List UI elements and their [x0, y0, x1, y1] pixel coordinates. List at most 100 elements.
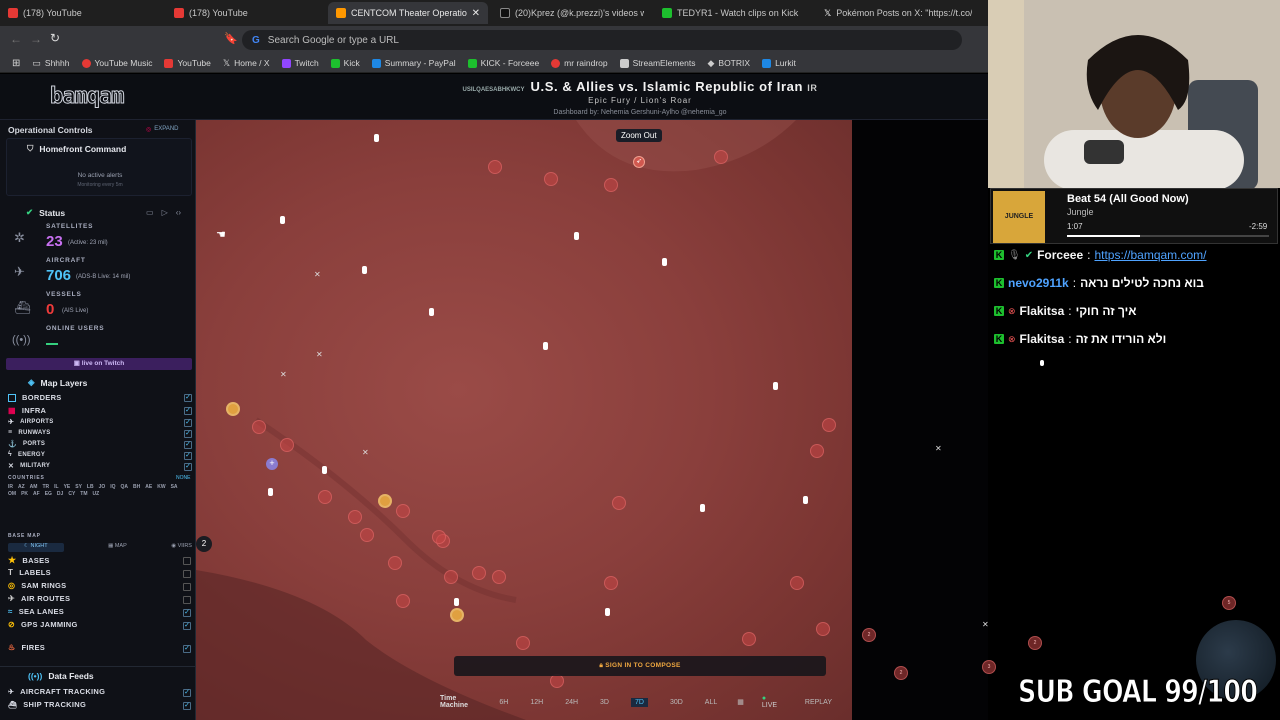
bookmark-kick-forceee[interactable]: KICK - Forceee [462, 58, 546, 68]
event-marker[interactable] [714, 150, 728, 164]
bookmark-youtube[interactable]: YouTube [158, 58, 216, 68]
monitor-icon[interactable]: ▭ [146, 208, 154, 217]
tab-x[interactable]: 𝕏 Pokémon Posts on X: "https://t.co/8i [816, 2, 984, 24]
country-chip[interactable]: EG [45, 491, 52, 497]
event-marker[interactable]: 2 [1028, 636, 1042, 650]
bookmark-lurkit[interactable]: Lurkit [756, 58, 802, 68]
location-pin[interactable] [280, 216, 285, 224]
event-marker[interactable] [348, 510, 362, 524]
tab-youtube-1[interactable]: (178) YouTube [0, 2, 166, 24]
military-checkbox[interactable]: ✓ [184, 463, 192, 471]
event-marker[interactable] [612, 496, 626, 510]
bookmark-streamelements[interactable]: StreamElements [614, 58, 702, 68]
country-chip[interactable]: BH [133, 484, 140, 490]
country-chip[interactable]: PK [21, 491, 28, 497]
bookmark-icon[interactable]: 🔖 [224, 32, 238, 45]
time-all[interactable]: ALL [705, 699, 717, 706]
reload-icon[interactable]: ↻ [50, 31, 60, 45]
apps-icon[interactable]: ⊞ [6, 58, 26, 69]
event-marker[interactable] [790, 576, 804, 590]
infra-marker[interactable] [450, 608, 464, 622]
country-chip[interactable]: AM [30, 484, 38, 490]
bookmark-mr-raindrop[interactable]: mr raindrop [545, 58, 613, 68]
sign-in-to-compose[interactable]: 🔒︎ SIGN IN TO COMPOSE [454, 662, 826, 670]
ports-checkbox[interactable]: ✓ [184, 441, 192, 449]
close-icon[interactable]: ✕ [472, 8, 480, 19]
base-map-night[interactable]: ☾ NIGHT [8, 543, 64, 552]
country-chip[interactable]: SA [171, 484, 178, 490]
location-pin[interactable] [454, 598, 459, 606]
location-pin[interactable] [374, 134, 379, 142]
country-chip[interactable]: QA [121, 484, 129, 490]
location-pin[interactable] [322, 466, 327, 474]
time-30d[interactable]: 30D [670, 699, 683, 706]
location-pin[interactable] [662, 258, 667, 266]
layer-air-routes[interactable]: ✈ AIR ROUTES [8, 594, 70, 603]
base-map-viirs[interactable]: ◉ VIIRS [171, 543, 192, 552]
feed-aircraft-tracking[interactable]: ✈ AIRCRAFT TRACKING [8, 687, 105, 696]
address-bar[interactable]: G Search Google or type a URL [242, 30, 962, 50]
location-pin[interactable] [700, 504, 705, 512]
layer-sea-lanes[interactable]: ≈ SEA LANES [8, 607, 64, 616]
layer-labels[interactable]: T LABELS [8, 568, 51, 577]
bookmark-botrix[interactable]: ◆ BOTRIX [701, 58, 756, 69]
event-marker[interactable] [432, 530, 446, 544]
borders-checkbox[interactable]: ✓ [184, 394, 192, 402]
event-marker[interactable] [444, 570, 458, 584]
country-chip[interactable]: TM [80, 491, 87, 497]
layer-borders[interactable]: BORDERS [8, 393, 62, 402]
tab-centcom[interactable]: CENTCOM Theater Operations M ✕ [328, 2, 488, 24]
map-canvas[interactable]: ✕ ✕ ✕ ✕ Zoom Out ➶ + 2 ☚ [196, 120, 852, 720]
time-6h[interactable]: 6H [499, 699, 508, 706]
layer-bases[interactable]: ★ BASES [8, 555, 50, 566]
replay-button[interactable]: REPLAY [805, 699, 832, 706]
tab-kick[interactable]: TEDYR1 - Watch clips on Kick [654, 2, 816, 24]
country-chip[interactable]: LB [87, 484, 94, 490]
bookmark-youtube-music[interactable]: YouTube Music [76, 58, 159, 68]
country-chip[interactable]: AE [145, 484, 152, 490]
air-routes-checkbox[interactable]: ✓ [183, 596, 191, 604]
location-pin[interactable] [605, 608, 610, 616]
location-pin[interactable] [362, 266, 367, 274]
event-marker[interactable] [604, 178, 618, 192]
event-marker[interactable] [396, 594, 410, 608]
bases-checkbox[interactable]: ✓ [183, 557, 191, 565]
time-12h[interactable]: 12H [530, 699, 543, 706]
airports-checkbox[interactable]: ✓ [184, 419, 192, 427]
back-icon[interactable]: ← [10, 32, 22, 46]
feed-ship-tracking[interactable]: ⛴ SHIP TRACKING [8, 700, 86, 709]
bookmark-twitch[interactable]: Twitch [276, 58, 325, 68]
infra-checkbox[interactable]: ✓ [184, 407, 192, 415]
country-chip[interactable]: AF [33, 491, 40, 497]
event-marker[interactable] [252, 420, 266, 434]
event-marker[interactable] [742, 632, 756, 646]
location-pin[interactable] [574, 232, 579, 240]
event-marker[interactable] [816, 622, 830, 636]
forward-icon[interactable]: → [30, 32, 42, 46]
layer-fires[interactable]: ♨ FIRES [8, 643, 45, 652]
event-marker[interactable] [280, 438, 294, 452]
layer-gps-jamming[interactable]: ⊘ GPS JAMMING [8, 620, 78, 629]
rocket-icon[interactable]: ➶ [633, 156, 645, 168]
event-marker[interactable] [488, 160, 502, 174]
zoom-out-button[interactable]: Zoom Out [616, 129, 662, 142]
event-marker[interactable]: 2 [894, 666, 908, 680]
event-marker[interactable] [388, 556, 402, 570]
layer-energy[interactable]: ϟ ENERGY [8, 451, 45, 458]
live-button[interactable]: ● LIVE [762, 695, 783, 709]
live-on-twitch-button[interactable]: ▣ live on Twitch [6, 358, 192, 370]
country-chip[interactable]: DJ [57, 491, 63, 497]
ship-tracking-checkbox[interactable]: ✓ [183, 702, 191, 710]
target-marker-icon[interactable]: + [266, 458, 278, 470]
event-marker[interactable]: 3 [982, 660, 996, 674]
event-marker[interactable] [492, 570, 506, 584]
layer-infra[interactable]: ▦ INFRA [8, 406, 46, 415]
country-chip[interactable]: TR [42, 484, 49, 490]
event-marker[interactable] [604, 576, 618, 590]
country-chip[interactable]: IQ [110, 484, 115, 490]
calendar-icon[interactable]: ▦ [737, 698, 744, 706]
event-marker[interactable] [810, 444, 824, 458]
base-map-map[interactable]: ▦ MAP [108, 543, 127, 552]
event-marker[interactable] [544, 172, 558, 186]
country-chip[interactable]: JO [99, 484, 106, 490]
